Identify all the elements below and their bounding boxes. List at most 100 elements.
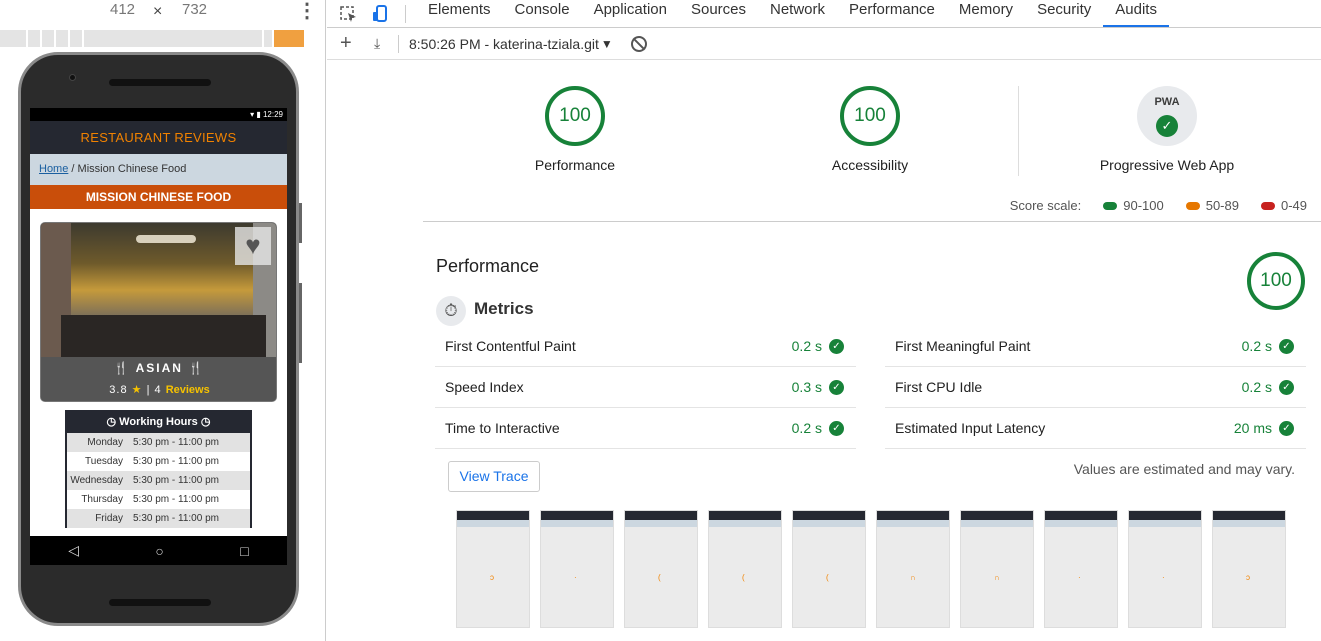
tab-console[interactable]: Console [503, 0, 582, 28]
back-icon[interactable]: ◁ [68, 542, 79, 559]
star-icon: ★ [131, 384, 143, 396]
metrics-title: Metrics [474, 299, 534, 318]
tab-memory[interactable]: Memory [947, 0, 1025, 28]
inspect-element-icon[interactable] [339, 5, 359, 23]
metric-name: First Meaningful Paint [895, 338, 1031, 354]
metric-row: Time to Interactive 0.2 s ✓ [435, 408, 856, 449]
loading-spinner-icon: · [574, 573, 577, 582]
rating-separator: | [146, 384, 151, 396]
device-height-input[interactable]: 732 [182, 1, 207, 18]
hours-row: Monday 5:30 pm - 11:00 pm [67, 433, 250, 452]
tab-performance[interactable]: Performance [837, 0, 947, 28]
pass-check-icon: ✓ [1279, 421, 1294, 436]
report-selector[interactable]: 8:50:26 PM - katerina-tziala.git [409, 36, 599, 52]
tab-application[interactable]: Application [582, 0, 679, 28]
scale-pass-range: 90-100 [1123, 198, 1164, 213]
hours-row: Thursday 5:30 pm - 11:00 pm [67, 490, 250, 509]
hours-header: ◷ Working Hours ◷ [67, 412, 250, 433]
pass-check-icon: ✓ [829, 339, 844, 354]
metric-name: First Contentful Paint [445, 338, 576, 354]
scale-swatch-pass [1103, 201, 1118, 210]
cuisine-text: ASIAN [135, 361, 183, 375]
signal-icon: ▾ ▮ [250, 110, 263, 119]
pwa-badge[interactable]: PWA ✓ [1137, 86, 1197, 146]
hours-title: Working Hours [119, 416, 198, 428]
device-toolbar: 412 × 732 ⋮ [0, 0, 326, 24]
home-icon[interactable]: ○ [155, 543, 163, 559]
tab-sources[interactable]: Sources [679, 0, 758, 28]
accessibility-gauge[interactable]: 100 [840, 86, 900, 146]
metric-value: 0.2 s [791, 338, 822, 354]
tab-network[interactable]: Network [758, 0, 837, 28]
filmstrip-frame: ∩ [876, 510, 950, 628]
scale-swatch-average [1185, 201, 1200, 210]
breadcrumb-current: Mission Chinese Food [77, 163, 187, 175]
review-count: 4 [154, 384, 162, 396]
rating-row: 3.8 ★ | 4 Reviews [41, 379, 276, 401]
pass-check-icon: ✓ [829, 380, 844, 395]
working-hours-table: ◷ Working Hours ◷ Monday 5:30 pm - 11:00 … [65, 410, 252, 528]
loading-spinner-icon: ∩ [910, 573, 916, 582]
reviews-link[interactable]: Reviews [166, 384, 210, 396]
dropdown-arrow-icon[interactable]: ▼ [601, 37, 613, 51]
hours-time: 5:30 pm - 11:00 pm [133, 513, 219, 524]
scale-fail-range: 0-49 [1280, 198, 1307, 213]
recents-icon[interactable]: □ [240, 543, 248, 559]
filmstrip-frame: ↄ [1212, 510, 1286, 628]
filmstrip-frame: ∩ [960, 510, 1034, 628]
pwa-text: PWA [1154, 96, 1180, 108]
section-score-gauge: 100 [1247, 252, 1305, 310]
loading-spinner-icon: · [1162, 573, 1165, 582]
loading-spinner-icon: ∩ [994, 573, 1000, 582]
app-header[interactable]: RESTAURANT REVIEWS [30, 121, 287, 154]
breadcrumb-home-link[interactable]: Home [39, 163, 68, 175]
breadcrumb: Home / Mission Chinese Food [30, 154, 287, 185]
score-scale: Score scale: 90-100 50-89 0-49 [1010, 198, 1307, 213]
breadcrumb-separator: / [71, 163, 75, 175]
device-mode-pane: 412 × 732 ⋮ ▾ ▮ 12:29 RESTAURANT REVIEWS… [0, 0, 326, 641]
accessibility-label[interactable]: Accessibility [780, 157, 960, 173]
restaurant-name: MISSION CHINESE FOOD [30, 185, 287, 209]
hours-time: 5:30 pm - 11:00 pm [133, 456, 219, 467]
rating-value: 3.8 [109, 384, 128, 396]
metric-value: 0.2 s [1241, 338, 1272, 354]
clock-icon: ◷ [197, 416, 211, 428]
utensils-icon: 🍴 [182, 361, 206, 375]
metric-value: 0.2 s [1241, 379, 1272, 395]
restaurant-card: ♥ 🍴 ASIAN 🍴 3.8 ★ | 4 Reviews [40, 222, 277, 402]
clear-icon[interactable] [630, 35, 647, 52]
hours-time: 5:30 pm - 11:00 pm [133, 475, 219, 486]
device-toggle-icon[interactable] [371, 4, 391, 23]
filmstrip-frame: ( [708, 510, 782, 628]
loading-spinner-icon: ↄ [1246, 573, 1250, 582]
tab-audits[interactable]: Audits [1103, 0, 1169, 28]
more-options-icon[interactable]: ⋮ [297, 0, 317, 23]
hours-row: Tuesday 5:30 pm - 11:00 pm [67, 452, 250, 471]
hours-day: Tuesday [85, 456, 123, 467]
view-trace-button[interactable]: View Trace [448, 461, 540, 492]
performance-label[interactable]: Performance [485, 157, 665, 173]
loading-spinner-icon: · [1078, 573, 1081, 582]
tab-elements[interactable]: Elements [416, 0, 503, 28]
tab-security[interactable]: Security [1025, 0, 1103, 28]
pwa-label[interactable]: Progressive Web App [1077, 157, 1257, 173]
hours-day: Monday [87, 437, 123, 448]
filmstrip-frame: ( [624, 510, 698, 628]
hours-row: Wednesday 5:30 pm - 11:00 pm [67, 471, 250, 490]
performance-gauge[interactable]: 100 [545, 86, 605, 146]
favorite-heart-icon[interactable]: ♥ [235, 227, 271, 265]
media-query-bar[interactable] [0, 30, 322, 47]
device-width-input[interactable]: 412 [110, 1, 135, 18]
bottom-speaker [109, 599, 211, 606]
dimension-times: × [153, 3, 163, 20]
estimate-note: Values are estimated and may vary. [1073, 461, 1295, 477]
devtools-panel: Elements Console Application Sources Network… [327, 0, 1321, 641]
download-icon[interactable]: ⤓ [374, 35, 394, 52]
filmstrip-frame: · [1128, 510, 1202, 628]
pwa-check-icon: ✓ [1156, 115, 1178, 137]
new-audit-icon[interactable]: + [340, 32, 362, 55]
hours-time: 5:30 pm - 11:00 pm [133, 437, 219, 448]
android-nav-bar: ◁ ○ □ [30, 536, 287, 565]
scale-average-range: 50-89 [1205, 198, 1239, 213]
loading-spinner-icon: ( [742, 573, 745, 582]
